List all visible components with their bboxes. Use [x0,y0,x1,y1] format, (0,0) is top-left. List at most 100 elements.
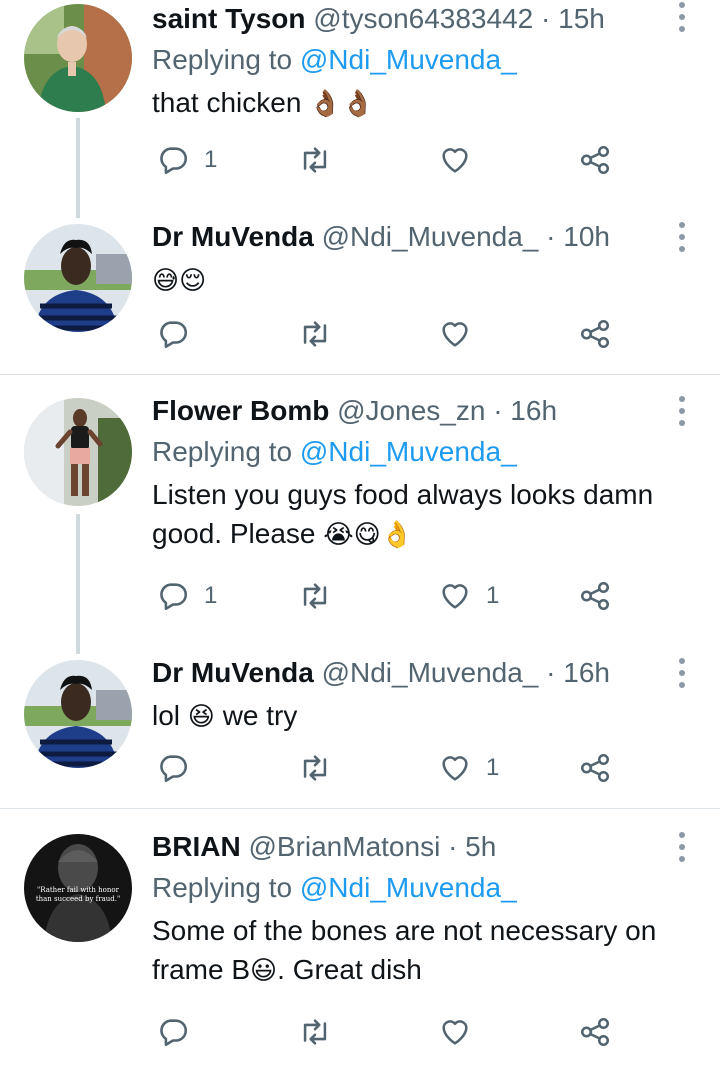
replying-label: Replying to [152,44,293,75]
tweet-text: that chicken 👌🏾👌🏾 [152,83,692,124]
share-icon [580,581,610,611]
divider [0,374,720,375]
like-button[interactable] [438,140,486,180]
avatar[interactable] [24,660,132,768]
tweet-text-body: that chicken [152,87,302,118]
like-icon [442,1020,468,1045]
display-name[interactable]: saint Tyson [152,3,306,34]
retweet-button[interactable] [298,576,346,616]
share-button[interactable] [578,748,612,788]
retweet-button[interactable] [298,314,346,354]
tweet-text-after: . Great dish [277,954,422,985]
like-icon [442,148,468,173]
display-name[interactable]: Dr MuVenda [152,221,314,252]
laughing-relieved-emoji: 😅😌 [152,266,207,296]
display-name[interactable]: Flower Bomb [152,395,329,426]
share-button[interactable] [578,140,612,180]
reply-button[interactable]: 1 [156,140,217,180]
retweet-button[interactable] [298,748,346,788]
replying-to: Replying to @Ndi_Muvenda_ [152,433,692,471]
timestamp[interactable]: · 10h [546,221,610,252]
like-count: 1 [486,582,500,609]
avatar-statue-quote-icon: "Rather fail with honor than succeed by … [24,834,132,942]
reply-icon [160,583,188,611]
replying-label: Replying to [152,436,293,467]
reply-count: 1 [204,146,218,173]
avatar[interactable] [24,224,132,332]
like-button[interactable]: 1 [438,576,499,616]
like-button[interactable]: 1 [438,748,499,788]
timestamp[interactable]: · 16h [546,657,610,688]
username[interactable]: @tyson64383442 [313,3,533,34]
share-icon [580,319,610,349]
avatar[interactable] [24,398,132,506]
more-options-icon[interactable] [678,2,686,32]
more-options-icon[interactable] [678,658,686,688]
retweet-icon [303,1019,327,1045]
share-icon [580,753,610,783]
username[interactable]: @Ndi_Muvenda_ [322,657,539,688]
tweet-text: Some of the bones are not necessary on f… [152,911,692,991]
tweet-header: Dr MuVenda @Ndi_Muvenda_ · 10h [152,218,692,256]
reply-button[interactable]: 1 [156,576,217,616]
tweet-header: saint Tyson @tyson64383442 · 15h [152,0,692,38]
share-button[interactable] [578,1012,612,1052]
retweet-icon [303,147,327,173]
ok-hand-emoji: 👌🏾👌🏾 [309,89,374,119]
crying-yum-ok-emoji: 😭😋👌 [323,520,414,550]
more-options-icon[interactable] [678,222,686,252]
timestamp[interactable]: · 15h [541,3,605,34]
tweet-text: lol 😆 we try [152,696,692,737]
reply-button[interactable] [156,314,204,354]
timestamp[interactable]: · 16h [493,395,557,426]
username[interactable]: @BrianMatonsi [248,831,440,862]
tweet-text: Listen you guys food always looks damn g… [152,475,692,555]
replying-to: Replying to @Ndi_Muvenda_ [152,41,692,79]
avatar-man-striped-shirt-icon [24,660,132,768]
retweet-icon [303,755,327,781]
timestamp[interactable]: · 5h [448,831,496,862]
tweet-header: Dr MuVenda @Ndi_Muvenda_ · 16h [152,654,692,692]
username[interactable]: @Jones_zn [337,395,485,426]
avatar-man-outdoors-icon [24,4,132,112]
tweet-actions [152,1012,622,1052]
laughing-emoji: 😆 [187,702,215,732]
reply-button[interactable] [156,748,204,788]
username[interactable]: @Ndi_Muvenda_ [322,221,539,252]
like-icon [442,322,468,347]
display-name[interactable]: BRIAN [152,831,241,862]
like-icon [442,756,468,781]
smiley-emoji: 😃 [250,956,278,986]
reply-icon [160,1019,188,1047]
share-icon [580,145,610,175]
share-button[interactable] [578,314,612,354]
tweet-actions [152,314,622,354]
like-icon [442,584,468,609]
like-button[interactable] [438,1012,486,1052]
retweet-button[interactable] [298,1012,346,1052]
more-options-icon[interactable] [678,832,686,862]
retweet-icon [303,321,327,347]
thread-line [76,118,80,218]
retweet-button[interactable] [298,140,346,180]
tweet-actions: 1 [152,140,622,180]
replying-handle[interactable]: @Ndi_Muvenda_ [300,44,517,75]
replying-handle[interactable]: @Ndi_Muvenda_ [300,436,517,467]
display-name[interactable]: Dr MuVenda [152,657,314,688]
reply-button[interactable] [156,1012,204,1052]
replying-label: Replying to [152,872,293,903]
like-count: 1 [486,754,500,781]
like-button[interactable] [438,314,486,354]
more-options-icon[interactable] [678,396,686,426]
avatar[interactable]: "Rather fail with honor than succeed by … [24,834,132,942]
tweet-actions: 1 [152,748,622,788]
avatar-quote: "Rather fail with honor than succeed by … [35,886,121,903]
share-button[interactable] [578,576,612,616]
replying-handle[interactable]: @Ndi_Muvenda_ [300,872,517,903]
thread-line [76,514,80,654]
tweet-text: 😅😌 [152,260,692,301]
divider [0,808,720,809]
avatar[interactable] [24,4,132,112]
tweet-header: BRIAN @BrianMatonsi · 5h [152,828,692,866]
tweet-text-after: we try [222,700,298,731]
